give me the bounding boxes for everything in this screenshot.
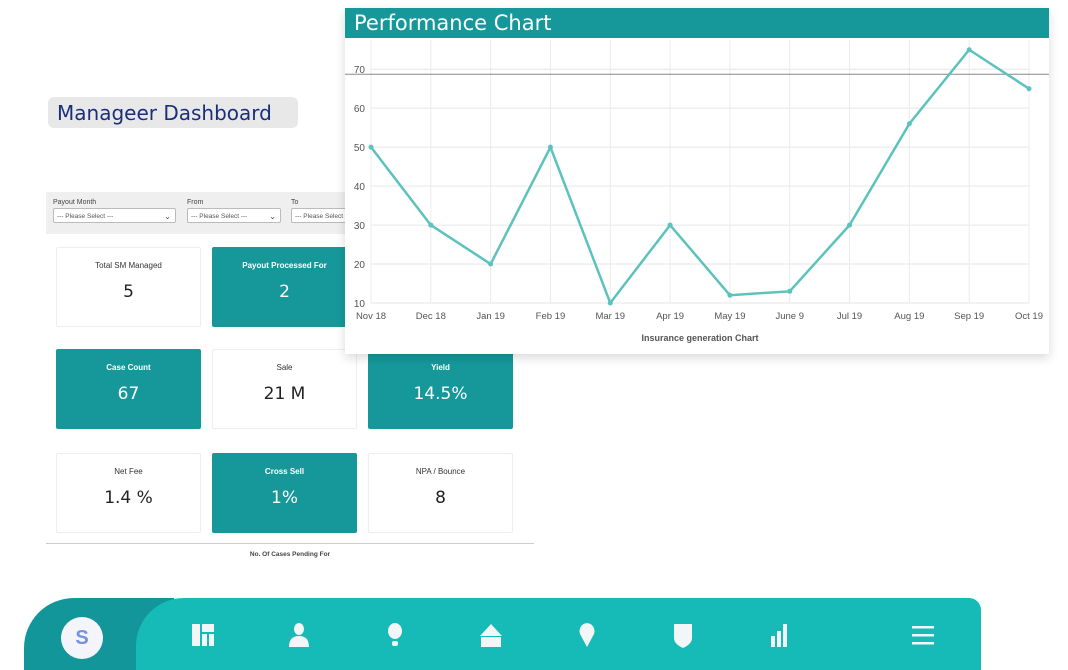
stat-value: 1% [271, 488, 298, 508]
stat-card: NPA / Bounce 8 [368, 453, 513, 533]
data-point [547, 144, 553, 150]
stat-label: Total SM Managed [95, 261, 162, 270]
bulb-icon[interactable] [380, 620, 410, 650]
data-point [1026, 86, 1032, 92]
performance-chart-panel: Performance Chart 10 20 30 40 50 60 70 Nov 18 De… [345, 8, 1049, 354]
filter-bar: Payout Month --- Please Select --- ⌄ From… [46, 192, 371, 234]
x-tick-label: Sep 19 [954, 311, 984, 322]
chevron-down-icon: ⌄ [269, 212, 276, 221]
x-tick-label: Feb 19 [536, 311, 566, 322]
divider [46, 543, 534, 544]
series-line [370, 48, 1030, 306]
menu-icon[interactable] [908, 620, 938, 650]
from-select[interactable]: --- Please Select --- ⌄ [187, 208, 281, 223]
stat-card: Sale 21 M [212, 349, 357, 429]
y-tick-label: 50 [354, 143, 366, 154]
dashboard-icon[interactable] [188, 620, 218, 650]
x-tick-label: Dec 18 [416, 311, 446, 322]
stat-card: Net Fee 1.4 % [56, 453, 201, 533]
data-point [727, 292, 733, 298]
x-tick-label: Apr 19 [656, 311, 684, 322]
line-chart: 10203040506070Nov 18 Dec 18 Jan 19 Feb 19 Ma… [345, 40, 1049, 343]
data-point [428, 222, 434, 228]
stat-label: Cross Sell [264, 467, 305, 476]
x-tick-label: June 9 [775, 311, 804, 322]
x-tick-label: Jul 19 [837, 311, 862, 322]
stat-label: Net Fee [114, 467, 143, 476]
stat-label: Payout Processed For [242, 261, 327, 270]
x-tick-label: Nov 18 [356, 311, 386, 322]
data-point [488, 261, 494, 267]
stat-value: 2 [279, 282, 290, 302]
bar-chart-icon[interactable] [764, 620, 794, 650]
home-icon[interactable] [476, 620, 506, 650]
stat-value: 67 [117, 384, 140, 404]
payout-month-select[interactable]: --- Please Select --- ⌄ [53, 208, 176, 223]
data-point [847, 222, 853, 228]
page-title: Manageer Dashboard [48, 97, 298, 128]
stat-value: 14.5% [413, 384, 468, 404]
chart-header: Performance Chart [345, 8, 1049, 38]
x-tick-label: May 19 [714, 311, 745, 322]
y-tick-label: 20 [354, 260, 366, 271]
stat-label: NPA / Bounce [415, 467, 466, 476]
chevron-down-icon: ⌄ [164, 212, 171, 221]
stat-label: Yield [431, 363, 450, 372]
y-tick-label: 30 [354, 221, 366, 232]
filter-label: To [291, 199, 299, 206]
filter-label: From [187, 199, 204, 206]
data-point [667, 222, 673, 228]
data-point [607, 300, 613, 306]
stat-value: 5 [123, 282, 134, 302]
shield-icon[interactable] [668, 620, 698, 650]
stat-card: Payout Processed For 2 [212, 247, 357, 327]
data-point [966, 47, 972, 53]
stat-label: Case Count [106, 363, 151, 372]
avatar[interactable]: S [61, 617, 103, 659]
x-tick-label: Aug 19 [894, 311, 924, 322]
x-tick-label: Jan 19 [476, 311, 505, 322]
stat-card: Cross Sell 1% [212, 453, 357, 533]
bottom-nav [136, 598, 981, 670]
stat-label: Sale [276, 363, 293, 372]
stat-card: Total SM Managed 5 [56, 247, 201, 327]
stat-value: 21 M [263, 384, 306, 404]
data-point [787, 288, 793, 294]
stat-value: 8 [435, 488, 446, 508]
data-point [906, 121, 912, 127]
location-icon[interactable] [572, 620, 602, 650]
stat-card: Yield 14.5% [368, 349, 513, 429]
user-icon[interactable] [284, 620, 314, 650]
x-tick-label: Oct 19 [1015, 311, 1043, 322]
stat-value: 1.4 % [104, 488, 153, 508]
y-tick-label: 60 [354, 104, 366, 115]
filter-label: Payout Month [53, 199, 97, 206]
stat-card: Case Count 67 [56, 349, 201, 429]
y-tick-label: 40 [354, 182, 366, 193]
data-point [368, 144, 374, 150]
y-tick-label: 10 [354, 299, 366, 310]
x-tick-label: Mar 19 [595, 311, 625, 322]
x-axis-label: Insurance generation Chart [641, 333, 758, 343]
pending-label: No. Of Cases Pending For [249, 551, 331, 558]
